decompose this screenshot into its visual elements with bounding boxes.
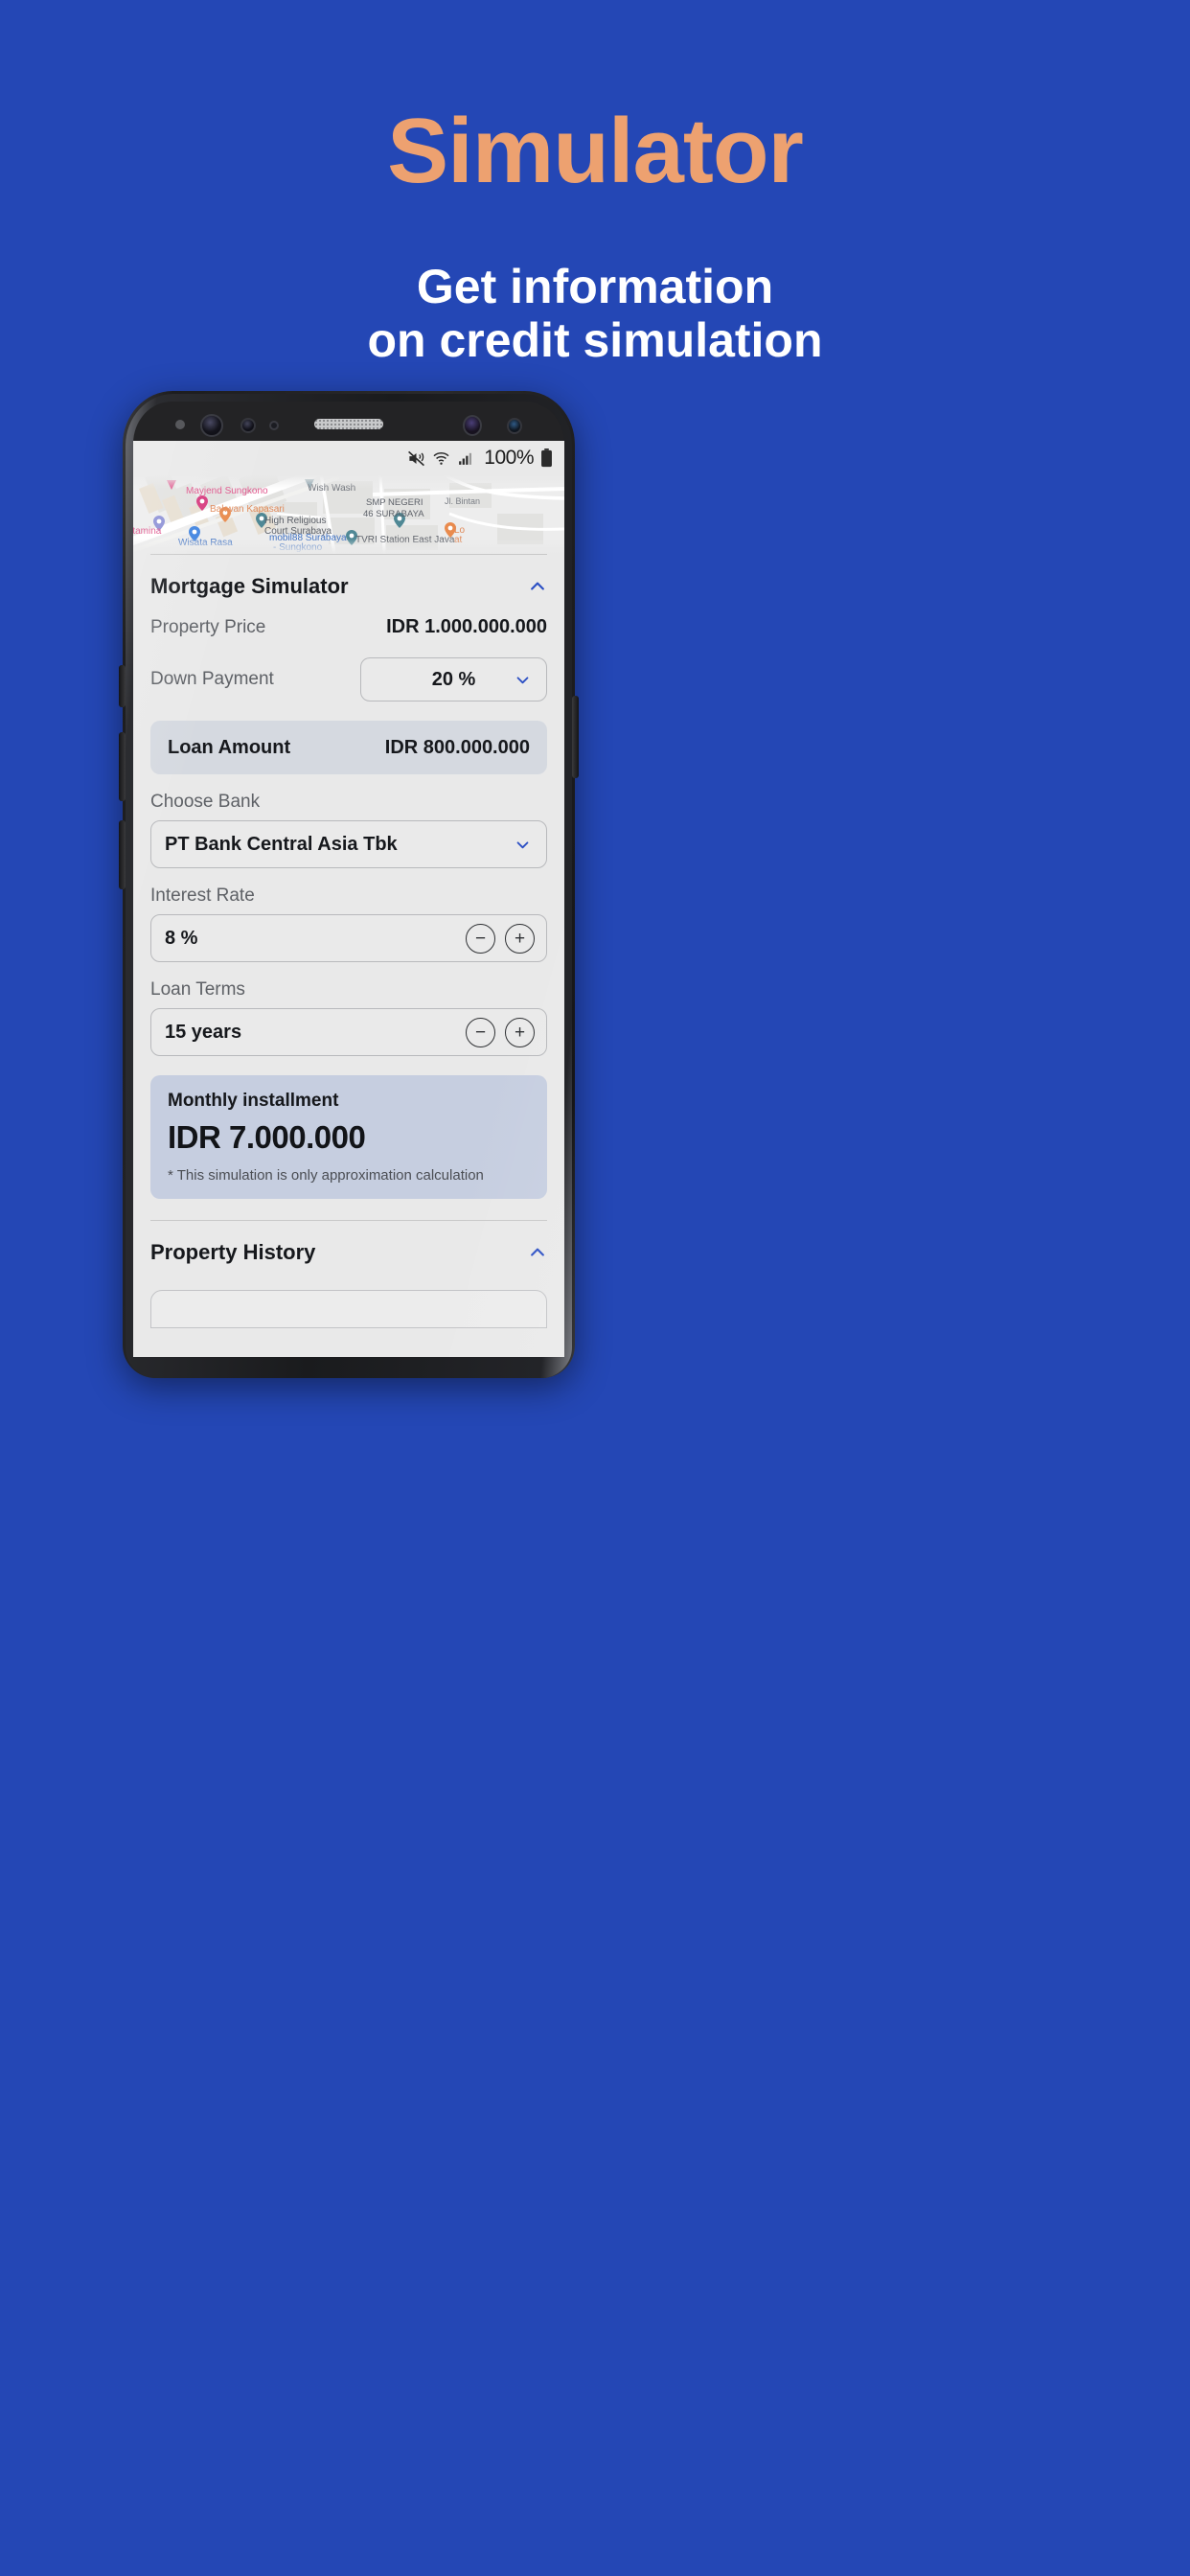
loan-amount-value: IDR 800.000.000 (384, 736, 530, 758)
interest-rate-value: 8 % (165, 927, 198, 949)
map-label: SMP NEGERI (366, 497, 423, 508)
signal-bars-icon (459, 452, 472, 465)
section-title-property-history: Property History (150, 1240, 316, 1264)
map-label: Wish Wash (308, 483, 356, 494)
loan-terms-field[interactable]: 15 years − + (150, 1008, 547, 1056)
front-camera-icon (200, 414, 223, 437)
monthly-installment-card: Monthly installment IDR 7.000.000 * This… (150, 1075, 547, 1199)
map-label: at (454, 535, 463, 545)
proximity-sensor-icon (175, 420, 185, 429)
monthly-installment-amount: IDR 7.000.000 (168, 1119, 366, 1155)
promo-subtitle-line-2: on credit simulation (367, 312, 823, 367)
loan-terms-decrement-button[interactable]: − (466, 1017, 495, 1047)
interest-rate-increment-button[interactable]: + (505, 923, 535, 954)
status-bar: 100% (133, 441, 564, 475)
choose-bank-value: PT Bank Central Asia Tbk (165, 833, 398, 855)
loan-amount-row: Loan Amount IDR 800.000.000 (150, 721, 547, 774)
monthly-installment-label: Monthly installment (168, 1091, 339, 1111)
phone-mockup: 100% Mayjend Sungkono Wish Wash SMP NEGE… (119, 391, 579, 1378)
map-preview[interactable]: Mayjend Sungkono Wish Wash SMP NEGERI 46 SU… (133, 475, 564, 554)
interest-rate-field[interactable]: 8 % − + (150, 914, 547, 962)
phone-volume-up-button[interactable] (119, 732, 126, 801)
phone-top-bezel (133, 402, 564, 444)
monthly-installment-note: * This simulation is only approximation … (168, 1167, 484, 1184)
map-pin[interactable] (196, 495, 208, 511)
loan-amount-label: Loan Amount (168, 736, 291, 758)
promo-subtitle: Get information on credit simulation (0, 260, 1190, 367)
map-label: Jl. Bintan (445, 496, 481, 506)
map-label: 46 SURABAYA (363, 509, 424, 519)
map-label: High Religious (264, 516, 327, 526)
battery-full-icon (541, 448, 552, 468)
down-payment-row: Down Payment 20 % (150, 646, 547, 709)
section-title-mortgage-simulator: Mortgage Simulator (150, 574, 349, 598)
mortgage-simulator-header[interactable]: Mortgage Simulator (150, 555, 547, 609)
chevron-up-icon[interactable] (528, 577, 547, 596)
chevron-down-icon (516, 676, 529, 683)
down-payment-select[interactable]: 20 % (360, 657, 547, 702)
property-price-label: Property Price (150, 616, 266, 637)
secondary-sensor-icon (463, 415, 482, 436)
battery-percentage-label: 100% (484, 447, 534, 469)
map-label: Mayjend Sungkono (186, 486, 268, 496)
choose-bank-label: Choose Bank (150, 792, 261, 812)
mute-icon (408, 450, 425, 466)
interest-rate-stepper: − + (466, 923, 535, 954)
light-sensor-icon (269, 421, 279, 430)
loan-terms-stepper: − + (466, 1017, 535, 1047)
property-history-card[interactable] (150, 1290, 547, 1328)
promo-header: Simulator Get information on credit simu… (0, 0, 1190, 367)
phone-volume-down-button[interactable] (119, 820, 126, 889)
wifi-icon (433, 451, 449, 465)
property-price-value: IDR 1.000.000.000 (386, 616, 547, 637)
map-pin-triangle[interactable] (166, 477, 177, 493)
earpiece-speaker-icon (314, 419, 383, 429)
map-label: Bakwan Kapasari (210, 504, 285, 515)
property-history-header[interactable]: Property History (150, 1221, 547, 1275)
phone-power-button[interactable] (572, 696, 579, 778)
property-price-row: Property Price IDR 1.000.000.000 (150, 609, 547, 646)
loan-terms-label: Loan Terms (150, 979, 245, 1000)
choose-bank-select[interactable]: PT Bank Central Asia Tbk (150, 820, 547, 868)
down-payment-value: 20 % (431, 668, 476, 690)
led-indicator-icon (507, 418, 522, 434)
loan-terms-value: 15 years (165, 1021, 242, 1043)
phone-bixby-button[interactable] (119, 665, 126, 707)
interest-rate-label: Interest Rate (150, 886, 255, 906)
iris-scanner-icon (240, 418, 256, 433)
interest-rate-decrement-button[interactable]: − (466, 923, 495, 954)
phone-screen: 100% Mayjend Sungkono Wish Wash SMP NEGE… (133, 441, 564, 1357)
chevron-down-icon (516, 840, 529, 848)
chevron-up-icon[interactable] (528, 1243, 547, 1262)
map-label: - Sungkono (273, 542, 323, 553)
map-label: rtamina (133, 526, 162, 537)
down-payment-label: Down Payment (150, 669, 274, 689)
promo-subtitle-line-1: Get information (416, 259, 774, 313)
loan-terms-increment-button[interactable]: + (505, 1017, 535, 1047)
page-title: Simulator (387, 100, 804, 202)
simulator-content: Mortgage Simulator Property Price IDR 1.… (133, 554, 564, 1357)
map-label: Wisata Rasa (178, 538, 233, 548)
map-label: TVRI Station East Java (355, 535, 455, 545)
